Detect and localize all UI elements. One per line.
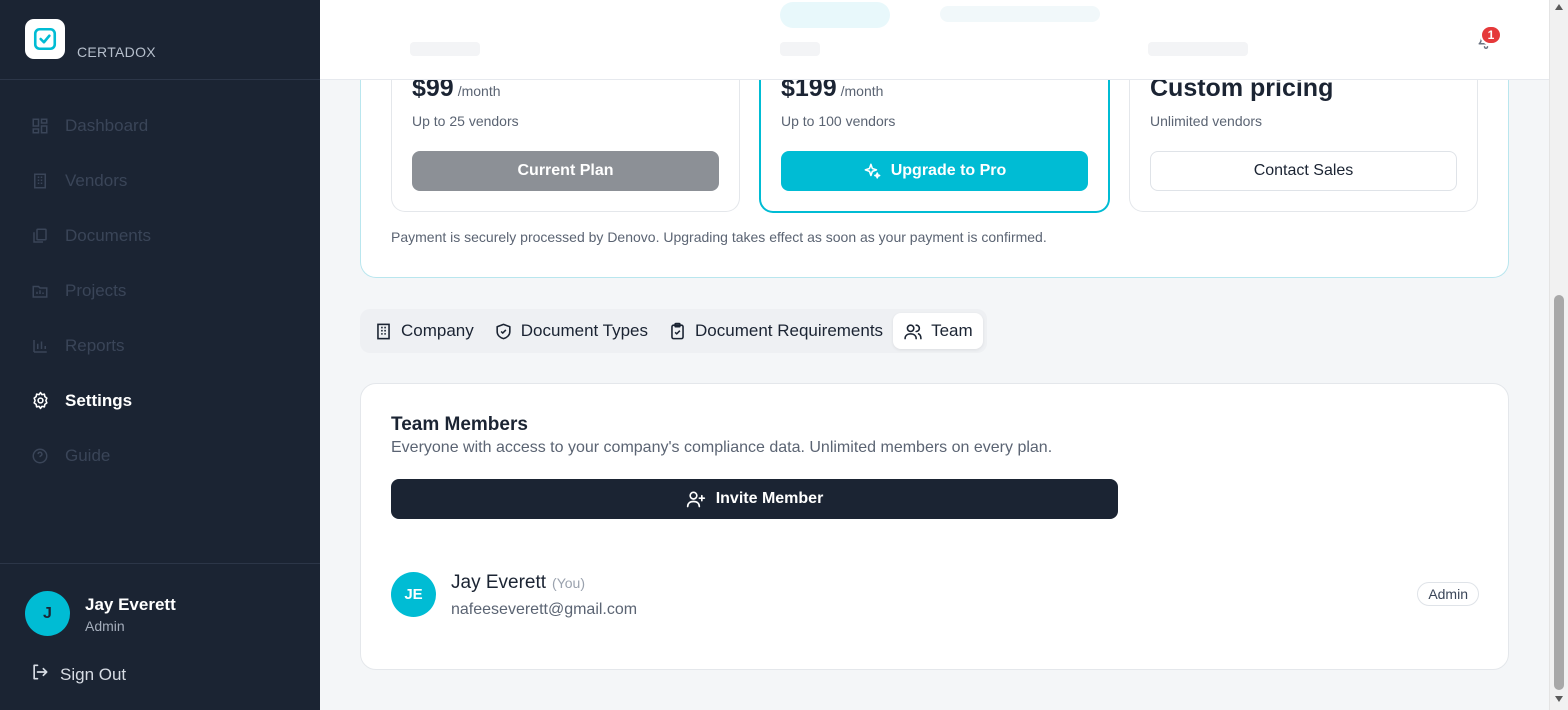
building-icon [30,171,50,191]
documents-icon [30,226,50,246]
list-item: JE Jay Everett (You) nafeeseverett@gmail.… [391,570,1479,630]
dashboard-icon [30,116,50,136]
top-header: 1 [320,0,1549,80]
sidebar: CERTADOX Dashboard Vendors Documents Pro… [0,0,320,710]
notification-badge: 1 [1480,25,1502,45]
role-badge: Admin [1417,582,1479,606]
clipboard-check-icon [668,322,687,341]
plan-subtitle: Up to 100 vendors [781,113,896,129]
sign-out-button[interactable]: Sign Out [30,662,126,687]
scroll-down-arrow-icon[interactable] [1555,696,1563,702]
scroll-up-arrow-icon[interactable] [1555,4,1563,10]
main-nav: Dashboard Vendors Documents Projects Rep… [0,98,320,483]
tab-document-requirements[interactable]: Document Requirements [658,313,893,349]
nav-label: Dashboard [65,115,149,135]
team-description: Everyone with access to your company's c… [391,439,1053,456]
member-email: nafeeseverett@gmail.com [451,601,638,618]
tab-label: Company [401,321,474,340]
nav-label: Settings [65,390,133,410]
page-scrollbar[interactable] [1549,0,1568,710]
tab-label: Team [931,321,973,340]
tab-company[interactable]: Company [364,313,484,349]
user-name: Jay Everett [85,595,176,614]
upgrade-to-pro-button[interactable]: Upgrade to Pro [781,151,1088,191]
scrolled-content-fragment [410,42,480,56]
member-name: Jay Everett (You) [451,572,585,593]
team-title: Team Members [391,414,528,435]
avatar: JE [391,572,436,617]
brand-name: CERTADOX [77,44,156,60]
plan-subtitle: Up to 25 vendors [412,113,519,129]
scroll-thumb[interactable] [1554,295,1564,690]
avatar[interactable]: J [25,591,70,636]
nav-item-documents[interactable]: Documents [0,208,320,263]
user-plus-icon [686,489,706,509]
nav-item-vendors[interactable]: Vendors [0,153,320,208]
nav-item-settings[interactable]: Settings [0,373,320,428]
scrolled-content-fragment [1148,42,1248,56]
nav-item-dashboard[interactable]: Dashboard [0,98,320,153]
nav-label: Guide [65,445,111,465]
tab-document-types[interactable]: Document Types [484,313,658,349]
bar-chart-icon [30,336,50,356]
user-panel: J Jay Everett Admin Sign Out [0,563,320,710]
nav-label: Documents [65,225,151,245]
you-label: (You) [552,575,585,591]
payment-note: Payment is securely processed by Denovo.… [391,229,1047,245]
current-plan-button[interactable]: Current Plan [412,151,719,191]
sign-out-label: Sign Out [60,664,127,684]
gear-icon [30,391,50,411]
tab-team[interactable]: Team [893,313,983,349]
user-role: Admin [85,618,125,634]
plan-subtitle: Unlimited vendors [1150,113,1263,129]
tab-label: Document Types [520,321,649,340]
nav-item-guide[interactable]: Guide [0,428,320,483]
settings-tabs: Company Document Types Document Requirem… [360,309,987,353]
invite-member-label: Invite Member [715,490,824,507]
folder-chart-icon [30,281,50,301]
nav-item-reports[interactable]: Reports [0,318,320,373]
nav-label: Projects [65,280,127,300]
tab-label: Document Requirements [695,321,884,340]
nav-label: Reports [65,335,125,355]
scrolled-content-fragment [780,42,820,56]
building-icon [374,322,393,341]
invite-member-button[interactable]: Invite Member [391,479,1118,519]
sparkles-icon [863,162,882,181]
users-icon [903,322,923,341]
contact-sales-button[interactable]: Contact Sales [1150,151,1457,191]
nav-item-projects[interactable]: Projects [0,263,320,318]
sign-out-icon [30,662,50,687]
shield-check-icon [494,322,513,341]
brand: CERTADOX [0,0,320,80]
scrolled-content-fragment [780,2,890,28]
team-members-card: Team Members Everyone with access to you… [360,383,1509,670]
scrolled-content-fragment [940,6,1100,22]
nav-label: Vendors [65,170,128,190]
help-circle-icon [30,446,50,466]
logo-checkbox-icon[interactable] [25,19,65,59]
